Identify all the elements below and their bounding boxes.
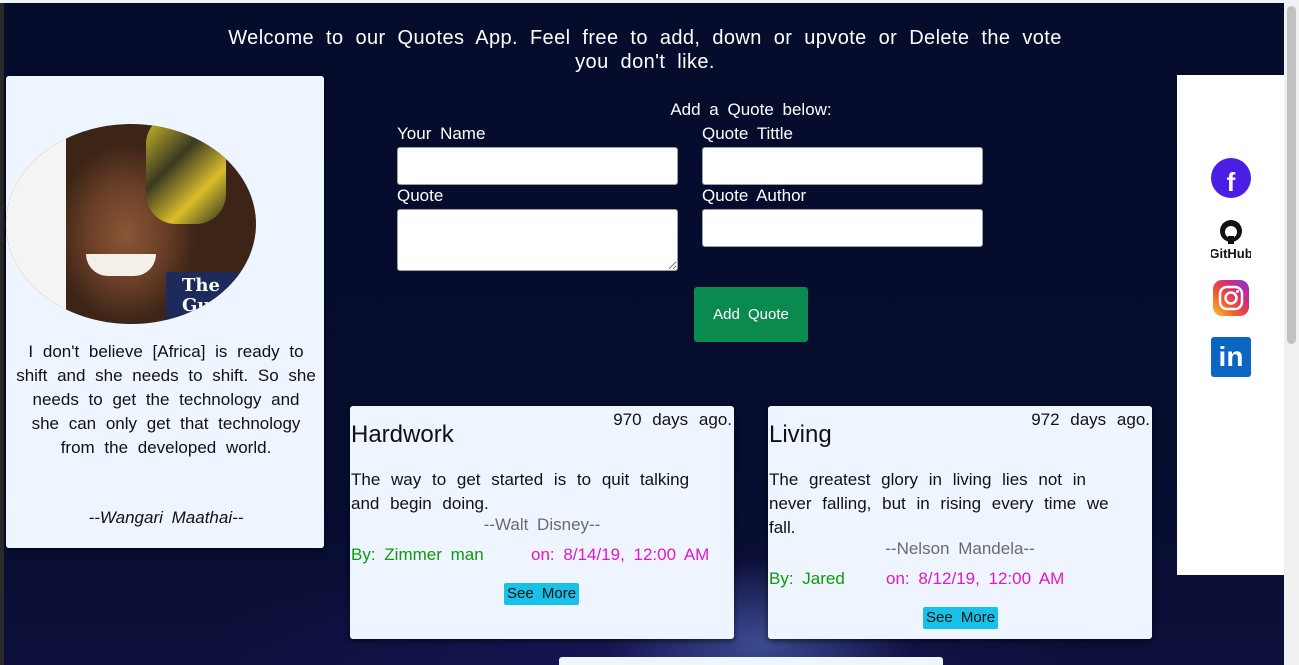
quote-age: 972 days ago. (1031, 410, 1150, 429)
your-name-label: Your Name (397, 124, 486, 143)
github-icon[interactable]: GitHub (1209, 218, 1253, 261)
quote-card: 970 days ago. Hardwork The way to get st… (350, 406, 734, 639)
quote-card-partial (559, 657, 943, 665)
quote-label: Quote (397, 186, 444, 205)
vertical-scrollbar[interactable] (1284, 0, 1299, 665)
quote-body: The greatest glory in living lies not in… (769, 470, 1109, 537)
instagram-icon[interactable] (1213, 280, 1249, 316)
see-more-button[interactable]: See More (923, 607, 999, 629)
your-name-input[interactable] (397, 147, 678, 185)
add-quote-button[interactable]: Add Quote (694, 287, 808, 342)
quote-author-input[interactable] (702, 209, 983, 247)
form-heading: Add a Quote below: (670, 100, 832, 119)
linkedin-icon[interactable]: in (1211, 337, 1251, 377)
quote-title-input[interactable] (702, 147, 983, 185)
welcome-heading: Welcome to our Quotes App. Feel free to … (228, 27, 1062, 73)
quote-textarea[interactable] (397, 209, 678, 271)
submitted-by: By: Zimmer man (351, 545, 484, 564)
quote-author-label: Quote Author (702, 186, 807, 205)
facebook-icon[interactable]: f (1211, 158, 1251, 198)
submitted-date: on: 8/14/19, 12:00 AM (531, 545, 710, 564)
featured-quote-author: --Wangari Maathai-- (88, 508, 244, 527)
quote-card: 972 days ago. Living The greatest glory … (768, 406, 1152, 639)
quote-title: Hardwork (351, 421, 454, 448)
see-more-button[interactable]: See More (504, 583, 580, 605)
featured-portrait: The Guardi (6, 124, 256, 324)
quote-age: 970 days ago. (613, 410, 732, 429)
left-edge (0, 3, 4, 665)
featured-quote-text: I don't believe [Africa] is ready to shi… (16, 342, 316, 457)
quote-author: --Nelson Mandela-- (885, 539, 1035, 558)
quote-body: The way to get started is to quit talkin… (351, 470, 690, 513)
quote-title-label: Quote Tittle (702, 124, 793, 143)
social-links-panel: f GitHub in (1177, 75, 1284, 575)
featured-quote-card: The Guardi I don't believe [Africa] is re… (6, 76, 324, 548)
github-label: GitHub (1211, 246, 1251, 260)
submitted-date: on: 8/12/19, 12:00 AM (886, 569, 1065, 588)
submitted-by: By: Jared (769, 569, 845, 588)
scrollbar-thumb[interactable] (1287, 6, 1296, 344)
quote-title: Living (769, 421, 832, 448)
guardian-logo: The Guardi (166, 272, 256, 324)
quote-author: --Walt Disney-- (483, 515, 601, 534)
